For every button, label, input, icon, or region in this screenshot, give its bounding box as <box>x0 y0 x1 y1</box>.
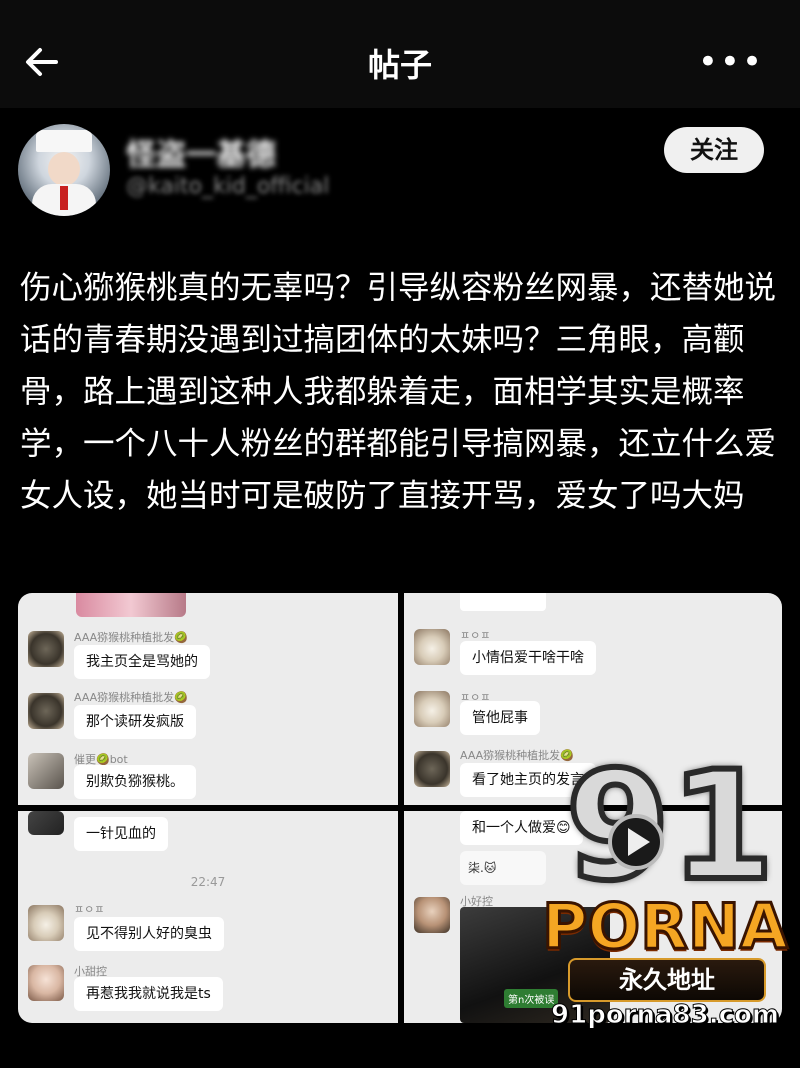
page-title: 帖子 <box>367 46 432 84</box>
sender-name: ㅍㅇㅍ <box>74 903 105 916</box>
quoted-message: 柒.🐱 <box>460 851 546 885</box>
chat-bubble: 管他屁事 <box>460 701 540 735</box>
chat-avatar <box>28 693 64 729</box>
watermark-url: 91porna83.com <box>551 1000 780 1031</box>
watermark-ribbon: 永久地址 <box>568 958 766 1002</box>
chat-bubble: 小情侣爱干啥干啥 <box>460 641 596 675</box>
author-handle: @kaito_kid_official <box>126 174 330 199</box>
chat-bubble: 那个读研发疯版 <box>74 705 196 739</box>
chat-timestamp: 22:47 <box>190 875 226 889</box>
chat-bubble: 见不得别人好的臭虫 <box>74 917 224 951</box>
chat-screenshot-1[interactable]: AAA猕猴桃种植批发🥝 我主页全是骂她的 AAA猕猴桃种植批发🥝 那个读研发疯版… <box>18 593 398 805</box>
sender-name: AAA猕猴桃种植批发🥝 <box>74 631 188 644</box>
watermark-brand: PORNA <box>541 889 790 965</box>
chat-avatar <box>28 965 64 1001</box>
play-icon <box>608 814 664 870</box>
chat-screenshot-3[interactable]: 一针见血的 22:47 ㅍㅇㅍ 见不得别人好的臭虫 小甜控 再惹我我就说我是ts <box>18 811 398 1023</box>
chat-avatar <box>28 811 64 835</box>
sender-name: AAA猕猴桃种植批发🥝 <box>74 691 188 704</box>
author-avatar[interactable] <box>18 124 110 216</box>
chat-avatar <box>28 631 64 667</box>
chat-avatar <box>28 753 64 789</box>
watermark-logo: 91 PORNA 永久地址 91porna83.com <box>540 749 790 1052</box>
chat-avatar <box>414 691 450 727</box>
chat-bubble: 再惹我我就说我是ts <box>74 977 223 1011</box>
more-options-icon[interactable]: ••• <box>698 45 764 79</box>
chat-bubble: 我主页全是骂她的 <box>74 645 210 679</box>
chat-bubble: 别欺负猕猴桃。 <box>74 765 196 799</box>
top-bar: 帖子 ••• <box>0 0 800 108</box>
author-name[interactable]: 怪盗一基德 <box>126 130 276 174</box>
post-text: 伤心猕猴桃真的无辜吗？引导纵容粉丝网暴，还替她说话的青春期没遇到过搞团体的太妹吗… <box>20 270 777 514</box>
flower-image <box>76 593 186 617</box>
chat-avatar <box>28 905 64 941</box>
reaction-strip <box>460 593 546 611</box>
chat-avatar <box>414 751 450 787</box>
chat-bubble: 一针见血的 <box>74 817 168 851</box>
quoted-text: 柒.🐱 <box>468 861 497 875</box>
chat-avatar <box>414 629 450 665</box>
follow-button[interactable]: 关注 <box>664 127 764 173</box>
chat-avatar <box>414 897 450 933</box>
